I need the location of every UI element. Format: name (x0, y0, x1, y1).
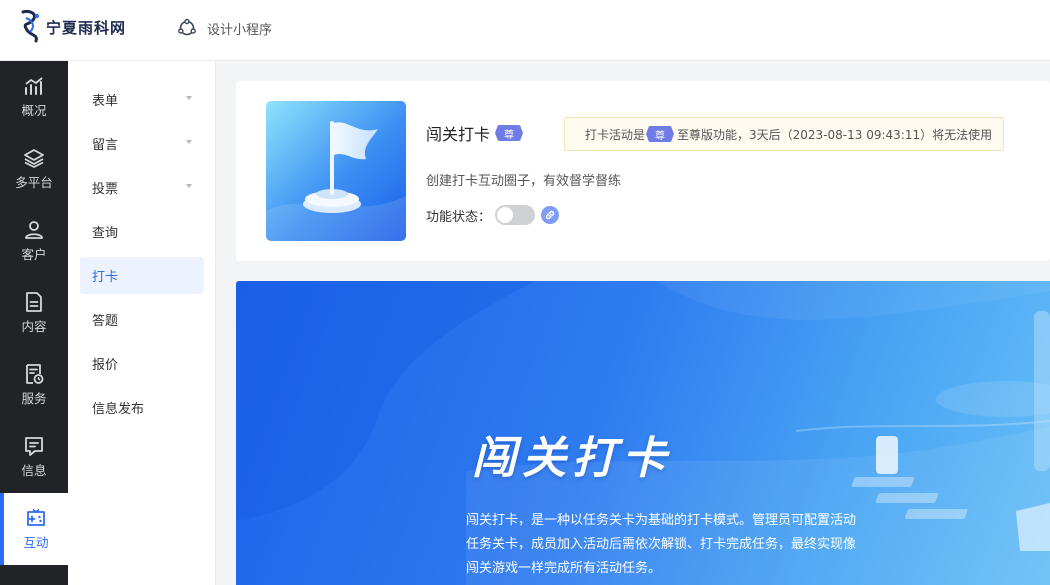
rail-item-label: 概况 (21, 103, 47, 118)
rail-item-label: 内容 (21, 319, 47, 334)
design-miniprogram-label: 设计小程序 (207, 22, 273, 38)
flag-illustration-icon (266, 101, 406, 241)
feature-title: 闯关打卡 尊 (426, 121, 524, 145)
notice-suffix: 至尊版功能，3天后（2023-08-13 09:43:11）将无法使用 (677, 127, 993, 142)
submenu-item-label: 投票 (92, 182, 119, 197)
user-icon (25, 221, 43, 239)
submenu-item-label: 查询 (92, 226, 119, 241)
notice-prefix: 打卡活动是 (585, 127, 646, 142)
chain-link-icon (545, 210, 555, 220)
caret-down-icon (186, 140, 192, 144)
submenu-item-form[interactable]: 表单 (80, 81, 204, 118)
main-nav-rail: 概况 多平台 客户 内容 服务 信息 互动 (0, 61, 68, 585)
submenu-item-label: 报价 (92, 358, 119, 373)
chart-trend-icon (25, 77, 43, 95)
top-header: 宁夏雨科网 设计小程序 (0, 0, 1050, 61)
rail-item-messages[interactable]: 信息 (0, 421, 68, 493)
submenu-item-checkin[interactable]: 打卡 (80, 257, 204, 294)
submenu-item-message-board[interactable]: 留言 (80, 125, 204, 162)
feature-status-toggle[interactable] (495, 205, 536, 225)
rail-item-customers[interactable]: 客户 (0, 205, 68, 277)
gamepad-icon (27, 508, 45, 526)
miniprogram-icon (178, 18, 196, 36)
rail-item-label: 服务 (21, 391, 47, 406)
submenu-item-label: 表单 (92, 94, 119, 109)
submenu-item-label: 留言 (92, 138, 119, 153)
submenu-item-info-publish[interactable]: 信息发布 (80, 389, 204, 426)
submenu-item-query[interactable]: 查询 (80, 213, 204, 250)
rail-item-label: 信息 (21, 463, 47, 478)
feature-description: 创建打卡互动圈子，有效督学督练 (426, 174, 622, 189)
rail-item-overview[interactable]: 概况 (0, 61, 68, 133)
brand-logo-icon (21, 10, 39, 43)
submenu-item-quiz[interactable]: 答题 (80, 301, 204, 338)
status-label: 功能状态： (426, 209, 492, 225)
upgrade-notice: 打卡活动是 尊 至尊版功能，3天后（2023-08-13 09:43:11）将无… (564, 117, 1004, 151)
document-icon (26, 292, 42, 312)
banner-description: 闯关打卡，是一种以任务关卡为基础的打卡模式。管理员可配置活动任务关卡，成员加入活… (466, 513, 857, 576)
submenu-item-vote[interactable]: 投票 (80, 169, 204, 206)
toggle-knob (497, 207, 514, 223)
rail-item-label: 多平台 (15, 175, 53, 190)
submenu-item-label: 信息发布 (92, 402, 145, 417)
feature-info-card: 闯关打卡 尊 打卡活动是 尊 至尊版功能，3天后（2023-08-13 09:4… (236, 81, 1050, 261)
feature-status-row: 功能状态： (426, 205, 560, 225)
feature-banner: 闯关打卡 闯关打卡，是一种以任务关卡为基础的打卡模式。管理员可配置活动任务关卡，… (236, 281, 1050, 585)
feature-title-text: 闯关打卡 (426, 125, 491, 144)
interaction-submenu: 表单 留言 投票 查询 打卡 答题 报价 信息发布 (68, 61, 216, 585)
premium-badge: 尊 (646, 126, 675, 142)
rail-item-services[interactable]: 服务 (0, 349, 68, 421)
layers-icon (24, 149, 44, 168)
message-icon (25, 437, 43, 456)
caret-down-icon (186, 184, 192, 188)
rail-item-interaction[interactable]: 互动 (0, 493, 68, 565)
rail-item-label: 客户 (21, 247, 47, 262)
feature-thumbnail (266, 101, 406, 241)
banner-title: 闯关打卡 (472, 433, 672, 484)
submenu-item-label: 答题 (92, 314, 119, 329)
link-icon[interactable] (541, 206, 560, 224)
submenu-item-label: 打卡 (92, 270, 119, 285)
service-doc-icon (26, 364, 44, 384)
design-miniprogram-link[interactable]: 设计小程序 (177, 18, 272, 38)
brand-name: 宁夏雨科网 (46, 18, 127, 37)
premium-badge: 尊 (495, 125, 524, 141)
submenu-item-quote[interactable]: 报价 (80, 345, 204, 382)
brand-logo[interactable]: 宁夏雨科网 (18, 8, 126, 46)
rail-item-multiplatform[interactable]: 多平台 (0, 133, 68, 205)
caret-down-icon (186, 96, 192, 100)
rail-item-content[interactable]: 内容 (0, 277, 68, 349)
rail-item-label: 互动 (23, 535, 49, 550)
